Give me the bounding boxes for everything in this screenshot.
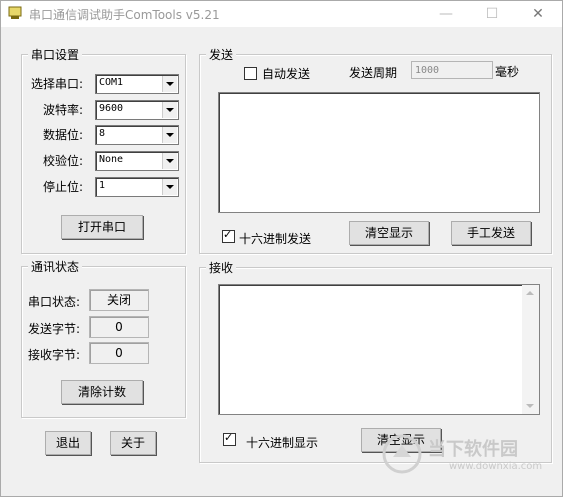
stopbits-label: 停止位: [43, 180, 84, 194]
sent-bytes-label: 发送字节: [28, 322, 81, 336]
exit-button[interactable]: 退出 [45, 431, 91, 455]
chevron-down-icon[interactable] [162, 102, 177, 118]
hex-display-label: 十六进制显示 [246, 436, 319, 450]
chevron-down-icon[interactable] [162, 153, 177, 169]
chevron-down-icon[interactable] [162, 179, 177, 195]
recv-bytes-value: 0 [89, 342, 149, 364]
send-title: 发送 [206, 46, 237, 63]
hex-send-label: 十六进制发送 [239, 232, 312, 246]
clear-count-button[interactable]: 清除计数 [61, 380, 143, 404]
chevron-down-icon[interactable] [162, 127, 177, 143]
window-title: 串口通信调试助手ComTools v5.21 [29, 8, 220, 22]
chevron-down-icon[interactable] [162, 76, 177, 92]
stopbits-select[interactable]: 1 [95, 177, 179, 197]
hex-send-checkbox[interactable] [222, 228, 235, 243]
auto-send-label: 自动发送 [262, 67, 311, 81]
stopbits-value: 1 [99, 180, 106, 191]
parity-select[interactable]: None [95, 151, 179, 171]
port-status-label: 串口状态: [28, 295, 81, 309]
title-bar: 串口通信调试助手ComTools v5.21 — ☐ ✕ [1, 1, 562, 27]
manual-send-button[interactable]: 手工发送 [451, 221, 531, 245]
receive-textarea[interactable] [218, 284, 540, 415]
databits-select[interactable]: 8 [95, 125, 179, 145]
send-period-input[interactable]: 1000 [411, 61, 493, 79]
recv-bytes-label: 接收字节: [28, 348, 81, 362]
parity-label: 校验位: [43, 154, 84, 168]
send-textarea[interactable] [218, 92, 540, 213]
watermark-text: 当下软件园 [428, 439, 518, 460]
close-icon[interactable]: ✕ [515, 1, 561, 27]
send-period-label: 发送周期 [349, 66, 398, 80]
parity-value: None [99, 154, 124, 165]
watermark-logo-icon [382, 434, 422, 474]
port-select[interactable]: COM1 [95, 74, 179, 94]
receive-title: 接收 [206, 259, 237, 276]
status-title: 通讯状态 [28, 258, 83, 275]
app-icon [8, 6, 22, 19]
baud-value: 9600 [99, 103, 124, 114]
serial-settings-title: 串口设置 [28, 46, 83, 63]
watermark-url: www.downxia.com [449, 461, 543, 472]
sent-bytes-value: 0 [89, 316, 149, 338]
send-clear-button[interactable]: 清空显示 [349, 221, 429, 245]
port-label: 选择串口: [31, 77, 84, 91]
scroll-down-icon[interactable] [526, 404, 534, 408]
scroll-up-icon[interactable] [526, 291, 534, 295]
auto-send-checkbox[interactable] [244, 67, 257, 80]
period-unit-label: 毫秒 [495, 65, 520, 79]
about-button[interactable]: 关于 [110, 431, 156, 455]
baud-select[interactable]: 9600 [95, 100, 179, 120]
app-window: 串口通信调试助手ComTools v5.21 — ☐ ✕ 串口设置 选择串口: … [0, 0, 563, 497]
baud-label: 波特率: [43, 103, 84, 117]
databits-value: 8 [99, 128, 106, 139]
port-value: COM1 [99, 77, 124, 88]
open-port-button[interactable]: 打开串口 [61, 215, 143, 239]
receive-scrollbar[interactable] [522, 285, 539, 414]
maximize-icon[interactable]: ☐ [469, 1, 515, 27]
minimize-icon[interactable]: — [423, 1, 469, 27]
port-status-value: 关闭 [89, 289, 149, 311]
databits-label: 数据位: [43, 128, 84, 142]
hex-display-checkbox[interactable] [223, 431, 236, 446]
